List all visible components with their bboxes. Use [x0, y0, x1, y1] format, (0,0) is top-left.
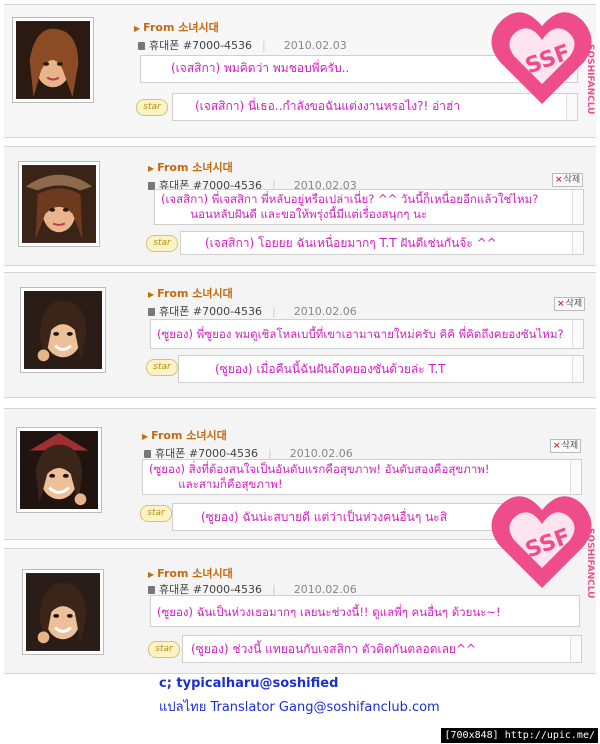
phone-meta: 휴대폰 #7000-4536 | 2010.02.06 [148, 303, 357, 319]
profile-photo [12, 17, 94, 103]
scrollbar[interactable] [572, 356, 583, 382]
star-badge[interactable]: star [146, 235, 178, 252]
portrait-image [26, 573, 100, 651]
profile-photo [20, 287, 106, 373]
delete-button[interactable]: ×삭제 [550, 439, 582, 453]
portrait-image [24, 291, 102, 369]
message-bubble: (เจสสิกา) พี่เจสสิกา พี่หลับอยู่หรือเปล่… [154, 189, 584, 225]
credit-line-2: แปลไทย Translator Gang@soshifanclub.com [159, 700, 440, 715]
delete-button[interactable]: ×삭제 [552, 173, 584, 187]
portrait-image [20, 431, 98, 509]
scrollbar[interactable] [572, 320, 583, 348]
svg-text:SOSHIFANCLUB: SOSHIFANCLUB [585, 528, 595, 598]
sender-label: ▶ From 소녀시대 [148, 161, 233, 174]
message-bubble: (ซูยอง) ฉันเป็นห่วงเธอมากๆ เลยนะช่วงนี้!… [150, 595, 580, 627]
image-size-tag: [700x848] http://upic.me/ [441, 728, 598, 743]
scrollbar[interactable] [570, 636, 581, 662]
message-bubble: (ซูยอง) พี่ซูยอง พมดูเชิลโหลเบบี้ที่เขาเ… [150, 319, 584, 349]
message-panel-2: ▶ From 소녀시대 휴대폰 #7000-4536 | 2010.02.03 ×삭제… [4, 146, 596, 266]
star-badge[interactable]: star [146, 359, 178, 376]
portrait-image [22, 165, 96, 243]
scrollbar[interactable] [572, 232, 583, 254]
reply-bubble: (ซูยอง) ฉันน่ะสบายดี แต่ว่าเป็นห่วงคนอื่… [172, 503, 532, 531]
soshifanclub-logo: SSF SOSHIFANCLUB [488, 4, 596, 121]
credit-line-1: c; typicalharu@soshified [159, 676, 339, 691]
delete-button[interactable]: ×삭제 [554, 297, 586, 311]
message-panel-3: ▶ From 소녀시대 휴대폰 #7000-4536 | 2010.02.06 ×삭제… [4, 272, 596, 398]
lock-icon [148, 586, 155, 594]
lock-icon [148, 308, 155, 316]
sender-label: ▶ From 소녀시대 [148, 567, 233, 580]
close-icon: × [557, 299, 565, 309]
phone-meta: 휴대폰 #7000-4536 | 2010.02.03 [138, 37, 347, 53]
reply-bubble: (เจสสิกา) โอยยย ฉันเหนื่อยมากๆ T.T ฝันดี… [180, 231, 584, 255]
close-icon: × [555, 175, 563, 185]
close-icon: × [553, 441, 561, 451]
scrollbar[interactable] [572, 190, 583, 224]
profile-photo [16, 427, 102, 513]
star-badge[interactable]: star [136, 99, 168, 116]
star-badge[interactable]: star [148, 641, 180, 658]
lock-icon [138, 42, 145, 50]
reply-bubble: (ซูยอง) เมื่อคืนนี้ฉันฝันถึงคยองซันด้วยล… [178, 355, 584, 383]
portrait-image [16, 21, 90, 99]
sender-label: ▶ From 소녀시대 [134, 21, 219, 34]
sender-label: ▶ From 소녀시대 [142, 429, 227, 442]
soshifanclub-logo: SSF SOSHIFANCLUB [488, 488, 596, 605]
svg-text:SOSHIFANCLUB: SOSHIFANCLUB [585, 44, 595, 114]
star-badge[interactable]: star [140, 505, 172, 522]
reply-bubble: (ซูยอง) ช่วงนี้ แทยอนกับเจสสิกา ตัวติดกั… [182, 635, 582, 663]
lock-icon [144, 450, 151, 458]
profile-photo [18, 161, 100, 247]
profile-photo [22, 569, 104, 655]
sender-label: ▶ From 소녀시대 [148, 287, 233, 300]
